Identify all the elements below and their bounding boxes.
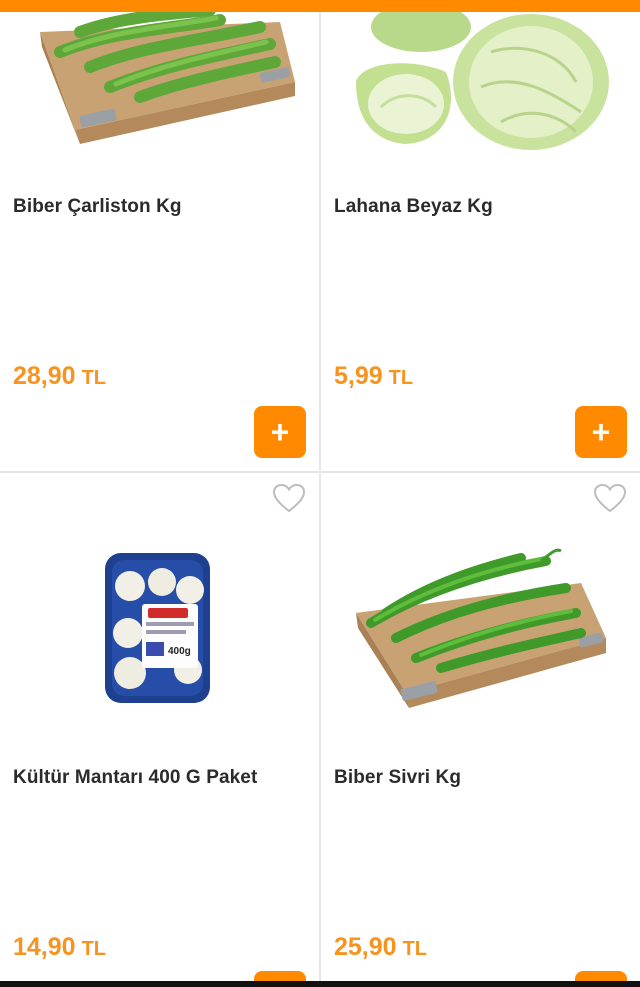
product-card[interactable]: Biber Çarliston Kg 28,90 TL + <box>0 12 319 471</box>
price-currency: TL <box>81 938 106 960</box>
product-name: Biber Çarliston Kg <box>13 196 182 217</box>
svg-text:400g: 400g <box>168 646 191 657</box>
product-price: 5,99 TL <box>334 362 413 391</box>
green-peppers-crate-image <box>351 543 611 723</box>
mushroom-pack-image: 400g <box>100 548 215 708</box>
product-price: 28,90 TL <box>13 362 106 391</box>
product-name: Biber Sivri Kg <box>334 767 462 788</box>
price-amount: 25,90 <box>334 933 397 961</box>
price-currency: TL <box>388 367 414 389</box>
add-to-cart-button[interactable] <box>575 971 627 981</box>
green-peppers-crate-image <box>20 12 300 152</box>
price-currency: TL <box>81 367 106 389</box>
add-to-cart-button[interactable]: + <box>254 406 306 458</box>
heart-outline-icon[interactable] <box>593 483 627 513</box>
product-name: Kültür Mantarı 400 G Paket <box>13 767 258 788</box>
bottom-edge-bar <box>0 981 640 987</box>
price-amount: 14,90 <box>13 933 76 961</box>
product-grid: Biber Çarliston Kg 28,90 TL + Lahana Beya… <box>0 12 640 981</box>
top-accent-bar <box>0 0 640 12</box>
product-name: Lahana Beyaz Kg <box>334 196 493 217</box>
price-currency: TL <box>402 938 427 960</box>
product-card[interactable]: 400g Kültür Mantarı 400 G Paket 14,90 TL <box>0 473 319 981</box>
add-to-cart-button[interactable]: + <box>575 406 627 458</box>
price-amount: 28,90 <box>13 362 76 390</box>
price-amount: 5,99 <box>334 362 383 390</box>
white-cabbage-image <box>351 12 611 152</box>
product-card[interactable]: Lahana Beyaz Kg 5,99 TL + <box>321 12 640 471</box>
heart-outline-icon[interactable] <box>272 483 306 513</box>
product-card[interactable]: Biber Sivri Kg 25,90 TL <box>321 473 640 981</box>
product-price: 25,90 TL <box>334 933 427 962</box>
add-to-cart-button[interactable] <box>254 971 306 981</box>
product-price: 14,90 TL <box>13 933 106 962</box>
